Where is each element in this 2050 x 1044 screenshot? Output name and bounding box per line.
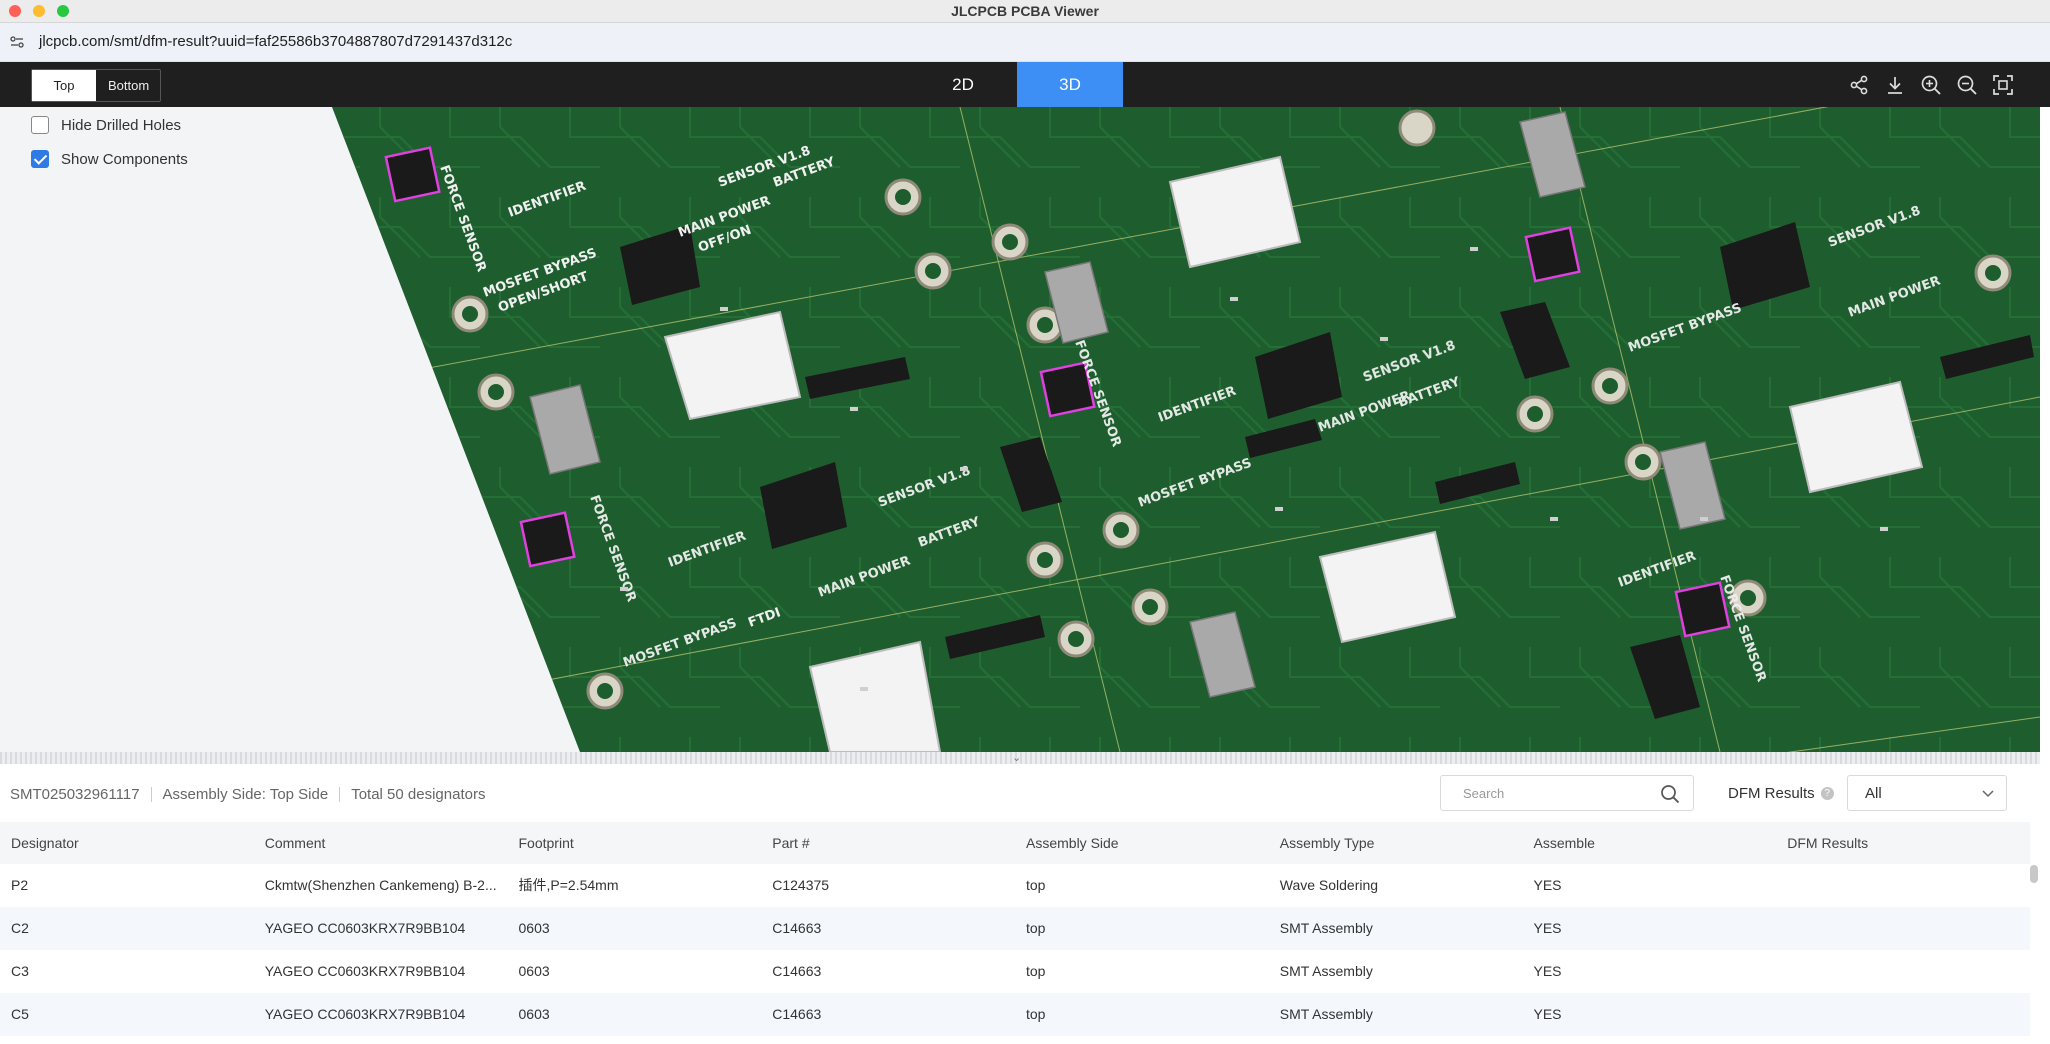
designator-cell: P2 xyxy=(11,877,29,893)
pcb-3d-viewer[interactable]: SENSOR V1.8 IDENTIFIER MOSFET BYPASS OPE… xyxy=(0,107,2040,752)
footprint-cell: 0603 xyxy=(518,963,550,979)
dfm-results-filter-label: DFM Results ? xyxy=(1728,785,1834,802)
footprint-cell: 0603 xyxy=(518,1006,550,1022)
assembly-type-cell: Wave Soldering xyxy=(1279,877,1379,893)
column-header-part-number[interactable]: Part # xyxy=(761,822,1015,864)
assembly-type-cell: SMT Assembly xyxy=(1279,920,1373,936)
assembly-side-info: Assembly Side: Top Side xyxy=(162,786,329,803)
comment-cell: YAGEO CC0603KRX7R9BB104 xyxy=(264,963,466,979)
footprint-cell: 插件,P=2.54mm xyxy=(518,877,619,893)
assemble-cell: YES xyxy=(1533,1006,1562,1022)
dfm-results-cell xyxy=(1776,993,2030,1036)
hide-drilled-holes-option[interactable]: Hide Drilled Holes xyxy=(31,116,181,134)
order-info: SMT025032961117 Assembly Side: Top Side … xyxy=(10,786,485,803)
designator-cell: C3 xyxy=(11,963,29,979)
table-row[interactable]: P2 Ckmtw(Shenzhen Cankemeng) B-2... 插件,P… xyxy=(0,864,2030,907)
zoom-in-icon[interactable] xyxy=(1920,74,1942,96)
total-designators: Total 50 designators xyxy=(351,786,486,803)
dfm-results-select-value: All xyxy=(1865,785,1882,802)
hide-drilled-holes-label[interactable]: Hide Drilled Holes xyxy=(61,117,181,134)
tab-2d[interactable]: 2D xyxy=(910,62,1016,107)
assembly-type-cell: SMT Assembly xyxy=(1279,963,1373,979)
show-components-option[interactable]: Show Components xyxy=(31,150,188,168)
assemble-cell: YES xyxy=(1533,963,1562,979)
divider xyxy=(150,787,152,802)
show-components-checkbox[interactable] xyxy=(31,150,49,168)
designator-cell: C2 xyxy=(11,920,29,936)
fit-screen-icon[interactable] xyxy=(1992,74,2014,96)
assemble-cell: YES xyxy=(1533,920,1562,936)
assembly-type-cell: SMT Assembly xyxy=(1279,1006,1373,1022)
chevron-down-icon[interactable]: ⌄ xyxy=(1012,751,1021,764)
part-number-cell[interactable]: C124375 xyxy=(761,864,1015,907)
column-header-assemble[interactable]: Assemble xyxy=(1523,822,1777,864)
side-bottom-button[interactable]: Bottom xyxy=(96,70,160,101)
comment-cell: YAGEO CC0603KRX7R9BB104 xyxy=(264,920,466,936)
footprint-cell: 0603 xyxy=(518,920,550,936)
table-row[interactable]: C3 YAGEO CC0603KRX7R9BB104 0603 C14663 t… xyxy=(0,950,2030,993)
assemble-cell: YES xyxy=(1533,877,1562,893)
designator-table: Designator Comment Footprint Part # Asse… xyxy=(0,822,2030,1036)
dfm-results-cell xyxy=(1776,950,2030,993)
window-titlebar: JLCPCB PCBA Viewer xyxy=(0,0,2050,23)
divider xyxy=(339,787,341,802)
help-icon[interactable]: ? xyxy=(1820,787,1834,800)
assembly-side-cell: top xyxy=(1026,963,1046,979)
order-id: SMT025032961117 xyxy=(10,786,140,803)
assembly-side-cell: top xyxy=(1026,877,1046,893)
url-text[interactable]: jlcpcb.com/smt/dfm-result?uuid=faf25586b… xyxy=(39,33,512,50)
site-settings-icon[interactable] xyxy=(10,35,24,49)
search-box[interactable] xyxy=(1440,775,1694,811)
assembly-side-cell: top xyxy=(1026,920,1046,936)
dfm-results-cell xyxy=(1776,907,2030,950)
view-tools xyxy=(1848,74,2014,96)
download-icon[interactable] xyxy=(1884,74,1906,96)
table-scrollbar[interactable] xyxy=(2030,865,2038,883)
part-number-cell[interactable]: C14663 xyxy=(761,907,1015,950)
column-header-assembly-type[interactable]: Assembly Type xyxy=(1269,822,1523,864)
zoom-out-icon[interactable] xyxy=(1956,74,1978,96)
column-header-comment[interactable]: Comment xyxy=(254,822,508,864)
part-number-cell[interactable]: C14663 xyxy=(761,950,1015,993)
chevron-down-icon xyxy=(1982,790,1994,798)
table-row[interactable]: C2 YAGEO CC0603KRX7R9BB104 0603 C14663 t… xyxy=(0,907,2030,950)
side-top-button[interactable]: Top xyxy=(32,70,96,101)
search-icon[interactable] xyxy=(1660,784,1680,804)
designator-cell: C5 xyxy=(11,1006,29,1022)
side-toggle: Top Bottom xyxy=(31,69,161,102)
pcb-panel-render[interactable]: SENSOR V1.8 IDENTIFIER MOSFET BYPASS OPE… xyxy=(0,107,2040,752)
window-title: JLCPCB PCBA Viewer xyxy=(951,3,1099,19)
part-number-cell[interactable]: C14663 xyxy=(761,993,1015,1036)
table-header: Designator Comment Footprint Part # Asse… xyxy=(0,822,2030,864)
comment-cell: Ckmtw(Shenzhen Cankemeng) B-2... xyxy=(264,877,497,893)
viewer-toolbar: Top Bottom 2D 3D xyxy=(0,62,2050,107)
column-header-footprint[interactable]: Footprint xyxy=(508,822,762,864)
url-bar[interactable]: jlcpcb.com/smt/dfm-result?uuid=faf25586b… xyxy=(0,23,2050,62)
assembly-side-cell: top xyxy=(1026,1006,1046,1022)
comment-cell: YAGEO CC0603KRX7R9BB104 xyxy=(264,1006,466,1022)
hide-drilled-holes-checkbox[interactable] xyxy=(31,116,49,134)
dfm-results-cell xyxy=(1776,864,2030,907)
share-icon[interactable] xyxy=(1848,74,1870,96)
show-components-label[interactable]: Show Components xyxy=(61,151,188,168)
search-input[interactable] xyxy=(1461,785,1655,802)
column-header-dfm-results[interactable]: DFM Results xyxy=(1776,822,2030,864)
column-header-designator[interactable]: Designator xyxy=(0,822,254,864)
dfm-results-label-text: DFM Results xyxy=(1728,785,1815,802)
column-header-assembly-side[interactable]: Assembly Side xyxy=(1015,822,1269,864)
table-row[interactable]: C5 YAGEO CC0603KRX7R9BB104 0603 C14663 t… xyxy=(0,993,2030,1036)
tab-3d[interactable]: 3D xyxy=(1017,62,1123,107)
dfm-results-select[interactable]: All xyxy=(1847,775,2007,811)
